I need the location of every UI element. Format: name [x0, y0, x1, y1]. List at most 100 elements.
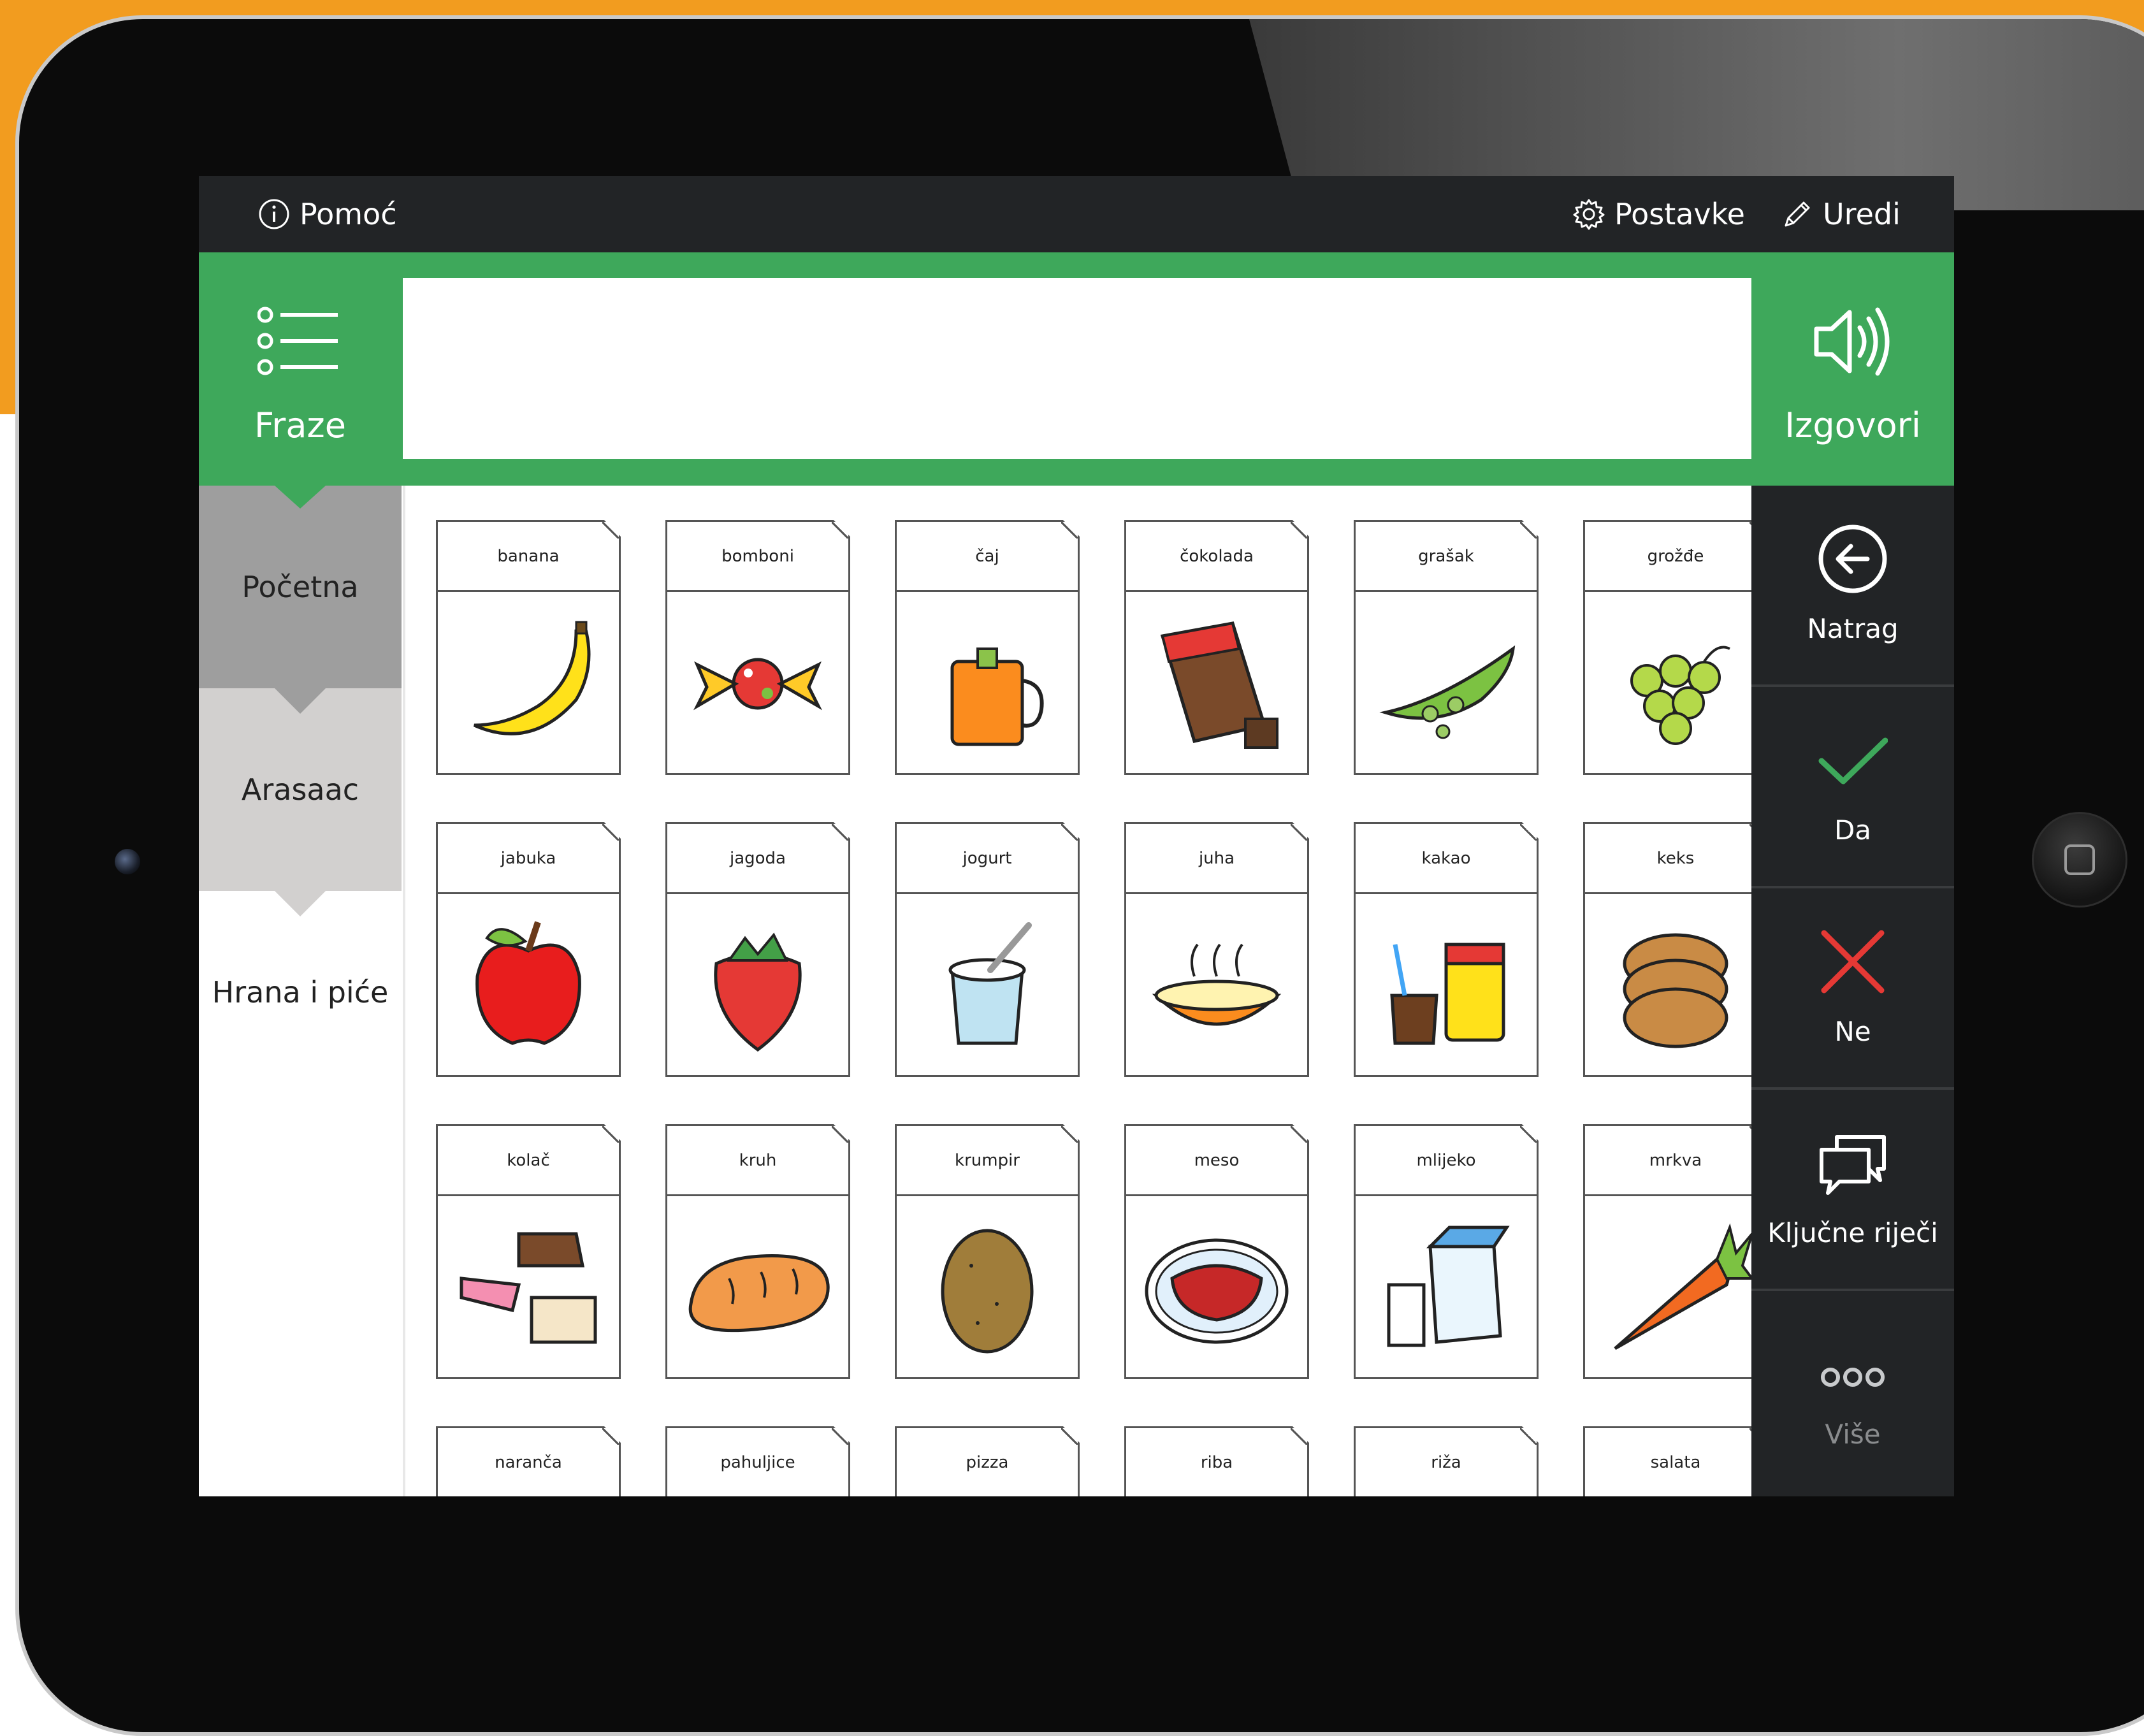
symbol-card-label: jabuka — [438, 824, 619, 894]
symbol-card[interactable]: mrkva — [1583, 1124, 1751, 1379]
carrot-icon — [1596, 1208, 1751, 1368]
home-square-icon — [2064, 844, 2095, 875]
banana-icon — [449, 604, 608, 763]
symbol-card[interactable]: jogurt — [895, 822, 1080, 1077]
symbol-card-label: naranča — [438, 1428, 619, 1496]
phrases-button[interactable]: Fraze — [199, 252, 402, 486]
apple-icon — [449, 906, 608, 1066]
yes-label: Da — [1834, 814, 1872, 846]
strawberry-icon — [678, 906, 837, 1066]
symbol-card-picture — [1126, 592, 1307, 775]
symbol-card-label: kolač — [438, 1126, 619, 1196]
no-button[interactable]: Ne — [1751, 888, 1954, 1090]
symbol-card-picture — [667, 1196, 848, 1379]
yes-button[interactable]: Da — [1751, 687, 1954, 888]
meat-icon — [1137, 1208, 1296, 1368]
symbol-card[interactable]: salata — [1583, 1426, 1751, 1496]
back-label: Natrag — [1807, 613, 1899, 644]
milk-icon — [1366, 1208, 1526, 1368]
symbol-card[interactable]: mlijeko — [1354, 1124, 1539, 1379]
edit-button[interactable]: Uredi — [1781, 176, 1901, 252]
more-button[interactable]: Više — [1751, 1291, 1954, 1493]
symbol-card-label: grožđe — [1585, 522, 1751, 592]
symbol-card[interactable]: pizza — [895, 1426, 1080, 1496]
symbol-grid: banana bomboni čaj čokolada grašak grožđe jabu… — [403, 486, 1751, 1496]
symbol-card[interactable]: kakao — [1354, 822, 1539, 1077]
peas-icon — [1366, 604, 1526, 763]
more-label: Više — [1825, 1419, 1881, 1450]
symbol-card-label: banana — [438, 522, 619, 592]
symbol-card[interactable]: banana — [436, 520, 621, 775]
info-icon — [259, 199, 289, 229]
symbol-card-label: čaj — [897, 522, 1078, 592]
message-field[interactable] — [403, 278, 1751, 459]
symbol-card[interactable]: riža — [1354, 1426, 1539, 1496]
back-arrow-icon — [1818, 524, 1887, 593]
speaker-icon — [1814, 307, 1890, 376]
symbol-card[interactable]: riba — [1124, 1426, 1309, 1496]
top-bar: Pomoć Postavke Uredi — [199, 176, 1954, 252]
symbol-card-picture — [1585, 592, 1751, 775]
symbol-card-picture — [438, 894, 619, 1077]
symbol-card-label: grašak — [1356, 522, 1537, 592]
close-icon — [1821, 930, 1885, 994]
symbol-card-picture — [438, 592, 619, 775]
symbol-card[interactable]: grožđe — [1583, 520, 1751, 775]
home-button[interactable] — [2032, 812, 2127, 908]
symbol-card-picture — [667, 592, 848, 775]
gear-icon — [1573, 199, 1605, 230]
symbol-card-label: jagoda — [667, 824, 848, 894]
nav-item-hrana-i-pice[interactable]: Hrana i piće — [199, 891, 402, 1094]
cocoa-icon — [1366, 906, 1526, 1066]
nav-item-pocetna[interactable]: Početna — [199, 486, 402, 688]
symbol-card[interactable]: jabuka — [436, 822, 621, 1077]
symbol-card-label: keks — [1585, 824, 1751, 894]
symbol-card[interactable]: grašak — [1354, 520, 1539, 775]
keywords-button[interactable]: Ključne riječi — [1751, 1090, 1954, 1291]
symbol-card-picture — [897, 592, 1078, 775]
nav-item-label: Arasaac — [241, 772, 359, 807]
symbol-card-picture — [1585, 894, 1751, 1077]
back-button[interactable]: Natrag — [1751, 486, 1954, 687]
breadcrumb-notch — [275, 891, 326, 916]
tea-icon — [908, 604, 1067, 763]
symbol-card-picture — [1356, 894, 1537, 1077]
symbol-card[interactable]: kolač — [436, 1124, 621, 1379]
breadcrumb-notch — [275, 688, 326, 714]
candy-icon — [678, 604, 837, 763]
action-sidebar: Natrag Da Ne Ključne riječi Više — [1751, 486, 1954, 1496]
list-icon — [257, 307, 338, 375]
symbol-card-picture — [1356, 592, 1537, 775]
symbol-card[interactable]: krumpir — [895, 1124, 1080, 1379]
phrases-label: Fraze — [254, 405, 346, 445]
symbol-card[interactable]: jagoda — [665, 822, 850, 1077]
symbol-card-picture — [897, 894, 1078, 1077]
symbol-card-label: juha — [1126, 824, 1307, 894]
symbol-card-label: kruh — [667, 1126, 848, 1196]
help-button[interactable]: Pomoć — [257, 176, 397, 252]
symbol-card-label: kakao — [1356, 824, 1537, 894]
symbol-card[interactable]: bomboni — [665, 520, 850, 775]
symbol-card[interactable]: čokolada — [1124, 520, 1309, 775]
symbol-card[interactable]: čaj — [895, 520, 1080, 775]
symbol-card-label: riža — [1356, 1428, 1537, 1496]
nav-item-arasaac[interactable]: Arasaac — [199, 688, 402, 891]
checkmark-icon — [1818, 737, 1888, 785]
symbol-card[interactable]: keks — [1583, 822, 1751, 1077]
yogurt-icon — [908, 906, 1067, 1066]
symbol-card-label: krumpir — [897, 1126, 1078, 1196]
symbol-card-label: salata — [1585, 1428, 1751, 1496]
symbol-card[interactable]: kruh — [665, 1124, 850, 1379]
settings-button[interactable]: Postavke — [1572, 176, 1745, 252]
symbol-card-picture — [1356, 1196, 1537, 1379]
nav-item-label: Hrana i piće — [212, 975, 389, 1009]
symbol-card[interactable]: meso — [1124, 1124, 1309, 1379]
speak-button[interactable]: Izgovori — [1751, 252, 1954, 486]
symbol-card[interactable]: naranča — [436, 1426, 621, 1496]
cookie-icon — [1596, 906, 1751, 1066]
potato-icon — [908, 1208, 1067, 1368]
symbol-card[interactable]: pahuljice — [665, 1426, 850, 1496]
symbol-card[interactable]: juha — [1124, 822, 1309, 1077]
speak-label: Izgovori — [1785, 405, 1921, 445]
symbol-card-label: bomboni — [667, 522, 848, 592]
